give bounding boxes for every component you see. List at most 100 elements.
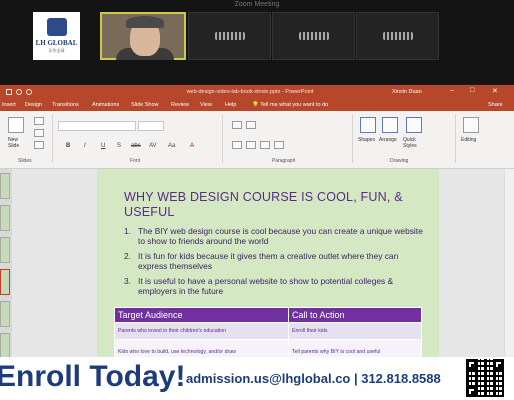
participant-tile-video[interactable] bbox=[100, 12, 186, 60]
spacing-button[interactable]: AV bbox=[149, 143, 157, 149]
maximize-icon[interactable]: □ bbox=[470, 87, 474, 94]
group-label-font: Font bbox=[130, 158, 141, 164]
user-name[interactable]: Xinxin Duan bbox=[392, 85, 422, 99]
arrange-icon[interactable] bbox=[382, 117, 398, 133]
shapes-label[interactable]: Shapes bbox=[358, 137, 375, 143]
group-separator bbox=[52, 115, 53, 163]
qr-eye bbox=[493, 359, 504, 370]
tab-review[interactable]: Review bbox=[171, 99, 189, 111]
layout-icon[interactable] bbox=[34, 117, 44, 125]
slide-thumbnail[interactable] bbox=[0, 333, 10, 359]
reset-icon[interactable] bbox=[34, 129, 44, 137]
slide-canvas[interactable]: WHY WEB DESIGN COURSE IS COOL, FUN, & US… bbox=[97, 169, 439, 364]
group-label-paragraph: Paragraph bbox=[272, 158, 296, 164]
table-header-action: Call to Action bbox=[288, 307, 422, 323]
quick-styles-label[interactable]: Quick Styles bbox=[403, 137, 425, 149]
close-icon[interactable]: ✕ bbox=[492, 87, 498, 95]
ribbon-tabs: Insert Design Transitions Animations Sli… bbox=[0, 99, 514, 111]
slide-thumbnails bbox=[0, 169, 12, 359]
tab-slide-show[interactable]: Slide Show bbox=[131, 99, 159, 111]
font-color-button[interactable]: A bbox=[190, 143, 194, 149]
blurred-name bbox=[382, 32, 413, 40]
numbering-icon[interactable] bbox=[246, 121, 256, 129]
change-case-button[interactable]: Aa bbox=[168, 143, 175, 149]
logo-text: LH GLOBAL bbox=[35, 39, 78, 47]
new-slide-icon[interactable] bbox=[8, 117, 24, 133]
table-cell: Parents who invest in their children's e… bbox=[114, 322, 289, 340]
bullet-text: It is fun for kids because it gives them… bbox=[138, 251, 399, 272]
blurred-name bbox=[214, 32, 245, 40]
group-separator bbox=[352, 115, 353, 163]
section-icon[interactable] bbox=[34, 141, 44, 149]
participant-tile-logo[interactable]: LH GLOBAL 乐华全球 bbox=[33, 12, 80, 60]
logo-subtext: 乐华全球 bbox=[48, 48, 65, 53]
quick-styles-icon[interactable] bbox=[406, 117, 422, 133]
qr-code-icon bbox=[464, 357, 506, 399]
slide-thumbnail[interactable] bbox=[0, 301, 10, 327]
align-right-icon[interactable] bbox=[260, 141, 270, 149]
align-left-icon[interactable] bbox=[232, 141, 242, 149]
editing-label[interactable]: Editing bbox=[461, 137, 476, 143]
blurred-name bbox=[298, 32, 329, 40]
ribbon: New Slide Slides B I U S abc AV Aa A Fon… bbox=[0, 111, 514, 169]
undo-icon[interactable] bbox=[16, 89, 22, 95]
participant-hat bbox=[126, 16, 164, 28]
tab-design[interactable]: Design bbox=[25, 99, 42, 111]
slide-workspace: WHY WEB DESIGN COURSE IS COOL, FUN, & US… bbox=[0, 169, 514, 364]
table-cell: Enroll their kids bbox=[288, 322, 422, 340]
tab-animations[interactable]: Animations bbox=[92, 99, 119, 111]
participant-tile-5[interactable] bbox=[356, 12, 439, 60]
font-size-combo[interactable] bbox=[138, 121, 164, 131]
slide-thumbnail[interactable] bbox=[0, 237, 10, 263]
slide-thumbnail-selected[interactable] bbox=[0, 269, 10, 295]
bullet-text: The BIY web design course is cool becaus… bbox=[138, 226, 423, 247]
font-name-combo[interactable] bbox=[58, 121, 136, 131]
bold-button[interactable]: B bbox=[66, 143, 70, 149]
italic-button[interactable]: I bbox=[84, 143, 86, 149]
bullets-icon[interactable] bbox=[232, 121, 242, 129]
enroll-headline: Enroll Today! bbox=[0, 360, 186, 393]
editing-icon[interactable] bbox=[463, 117, 479, 133]
tell-me-label: Tell me what you want to do bbox=[260, 102, 329, 108]
zoom-gallery: Zoom Meeting LH GLOBAL 乐华全球 bbox=[0, 0, 514, 84]
group-label-drawing: Drawing bbox=[390, 158, 409, 164]
strikethrough-button[interactable]: abc bbox=[131, 143, 141, 149]
bullet-number: 3. bbox=[124, 276, 131, 286]
participant-tile-4[interactable] bbox=[272, 12, 355, 60]
lh-global-logo-icon bbox=[47, 18, 67, 36]
group-separator bbox=[455, 115, 456, 163]
powerpoint-title-bar: web-design-video-lab-book-xinxin.pptx - … bbox=[0, 85, 514, 99]
redo-icon[interactable] bbox=[26, 89, 32, 95]
save-icon[interactable] bbox=[6, 89, 12, 95]
tab-view[interactable]: View bbox=[200, 99, 212, 111]
contact-info: admission.us@lhglobal.co | 312.818.8588 bbox=[186, 371, 441, 386]
vertical-scrollbar[interactable] bbox=[504, 169, 514, 357]
justify-icon[interactable] bbox=[274, 141, 284, 149]
tell-me-search[interactable]: 💡 Tell me what you want to do bbox=[252, 99, 328, 111]
share-button[interactable]: Share bbox=[488, 99, 503, 111]
arrange-label[interactable]: Arrange bbox=[379, 137, 397, 143]
shapes-icon[interactable] bbox=[360, 117, 376, 133]
slide-thumbnail[interactable] bbox=[0, 173, 10, 199]
tab-insert[interactable]: Insert bbox=[2, 99, 16, 111]
audience-table[interactable]: Target Audience Call to Action Parents w… bbox=[114, 307, 422, 364]
tab-help[interactable]: Help bbox=[225, 99, 236, 111]
align-center-icon[interactable] bbox=[246, 141, 256, 149]
table-header-audience: Target Audience bbox=[114, 307, 289, 323]
participant-tile-3[interactable] bbox=[188, 12, 271, 60]
new-slide-label[interactable]: New Slide bbox=[8, 137, 30, 149]
bullet-number: 1. bbox=[124, 226, 131, 236]
bullet-number: 2. bbox=[124, 251, 131, 261]
enroll-banner: Enroll Today! admission.us@lhglobal.co |… bbox=[0, 357, 514, 400]
minimize-icon[interactable]: – bbox=[450, 87, 454, 94]
underline-button[interactable]: U bbox=[101, 143, 105, 149]
tab-transitions[interactable]: Transitions bbox=[52, 99, 79, 111]
document-title: web-design-video-lab-book-xinxin.pptx - … bbox=[186, 89, 314, 95]
shadow-button[interactable]: S bbox=[117, 143, 121, 149]
qr-eye bbox=[466, 386, 477, 397]
slide-title[interactable]: WHY WEB DESIGN COURSE IS COOL, FUN, & US… bbox=[124, 190, 414, 220]
group-separator bbox=[222, 115, 223, 163]
slide-thumbnail[interactable] bbox=[0, 205, 10, 231]
qr-eye bbox=[466, 359, 477, 370]
bullet-text: It is useful to have a personal website … bbox=[138, 276, 394, 297]
